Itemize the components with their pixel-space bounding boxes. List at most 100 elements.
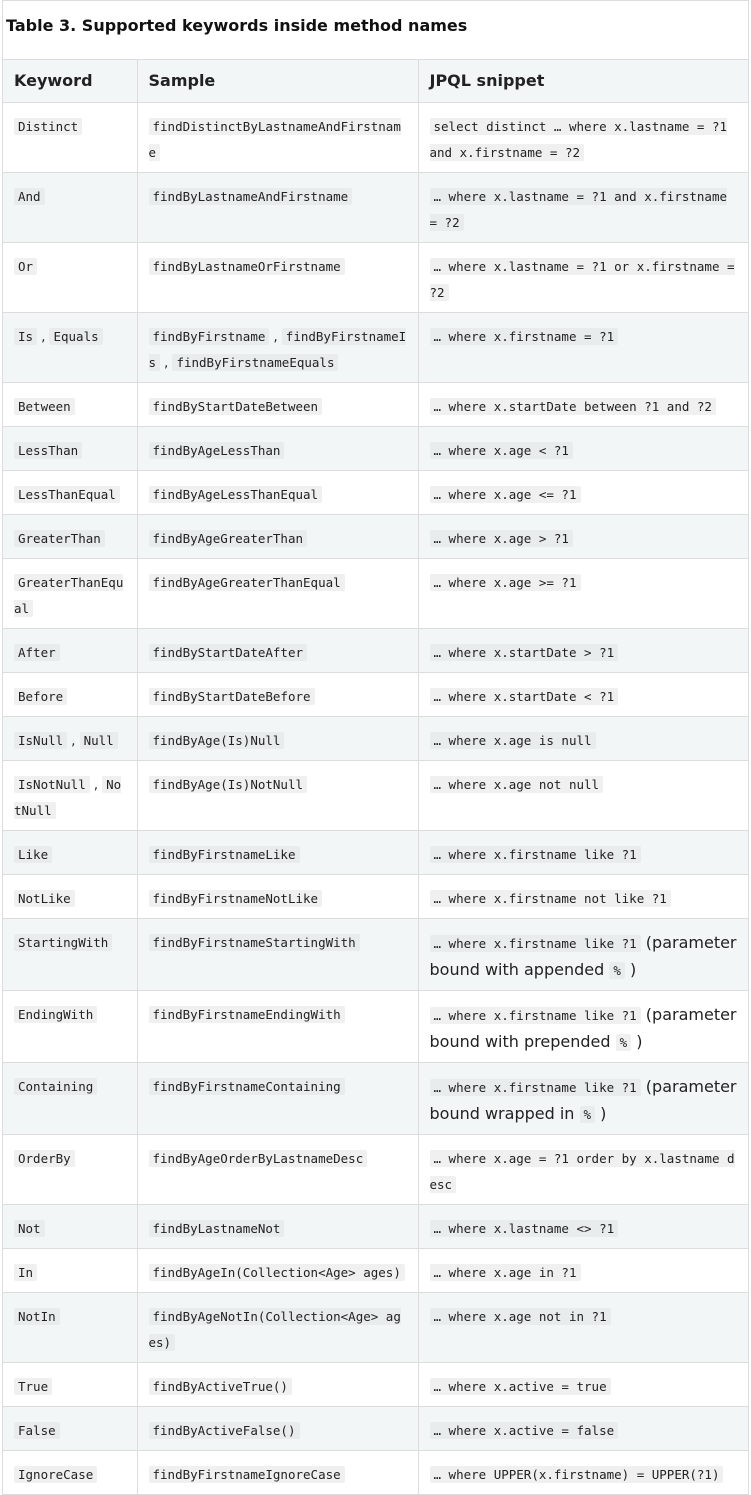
table-row: LessThan findByAgeLessThan … where x.age <…: [3, 426, 748, 471]
sample-cell: findByActiveTrue(): [137, 1362, 419, 1407]
sample-cell: findByFirstnameNotLike: [137, 874, 419, 919]
sample-code: findByAgeGreaterThan: [148, 530, 308, 547]
jpql-code: … where x.startDate between ?1 and ?2: [429, 398, 716, 415]
keyword-code: Before: [14, 688, 68, 705]
header-jpql-snippet: JPQL snippet: [418, 60, 748, 103]
jpql-code: … where x.active = false: [429, 1422, 619, 1439]
keyword-code: LessThanEqual: [14, 486, 120, 503]
sample-code: findByLastnameAndFirstname: [148, 188, 353, 205]
table-row: LessThanEqual findByAgeLessThanEqual … whe…: [3, 470, 748, 515]
keyword-cell: Is , Equals: [3, 312, 138, 383]
keywords-table-container: Table 3. Supported keywords inside metho…: [2, 0, 749, 1495]
jpql-cell: … where x.startDate > ?1: [418, 628, 748, 673]
keyword-cell: GreaterThanEqual: [3, 558, 138, 629]
keyword-code: Between: [14, 398, 75, 415]
sample-cell: findByAgeLessThanEqual: [137, 470, 419, 515]
sample-cell: findByStartDateBefore: [137, 672, 419, 717]
jpql-cell: … where x.firstname like ?1: [418, 830, 748, 875]
jpql-code: … where x.lastname = ?1 or x.firstname =…: [429, 258, 735, 301]
jpql-code: … where x.firstname like ?1: [429, 1007, 641, 1024]
keyword-cell: And: [3, 172, 138, 243]
wildcard-code: %: [609, 962, 625, 979]
keywords-table: Keyword Sample JPQL snippet Distinct find…: [3, 60, 748, 1495]
keyword-code: Is: [14, 328, 38, 345]
sample-cell: findByAge(Is)Null: [137, 716, 419, 761]
table-row: Containing findByFirstnameContaining … whe…: [3, 1062, 748, 1135]
sample-cell: findByAgeGreaterThanEqual: [137, 558, 419, 629]
keyword-code: NotLike: [14, 890, 75, 907]
sample-cell: findByFirstnameStartingWith: [137, 918, 419, 991]
jpql-cell: … where x.age > ?1: [418, 514, 748, 559]
jpql-cell: … where x.lastname = ?1 and x.firstname …: [418, 172, 748, 243]
keyword-code: StartingWith: [14, 934, 113, 951]
keyword-cell: Distinct: [3, 102, 138, 173]
sample-code: findByAgeNotIn(Collection<Age> ages): [148, 1308, 401, 1351]
table-header: Keyword Sample JPQL snippet: [3, 60, 748, 103]
sample-code: findByStartDateBetween: [148, 398, 323, 415]
table-caption: Table 3. Supported keywords inside metho…: [3, 1, 748, 60]
jpql-code: … where x.lastname = ?1 and x.firstname …: [429, 188, 727, 231]
wildcard-code: %: [579, 1106, 596, 1123]
jpql-cell: … where x.startDate between ?1 and ?2: [418, 382, 748, 427]
jpql-code: … where x.age = ?1 order by x.lastname d…: [429, 1150, 735, 1193]
jpql-cell: … where x.age in ?1: [418, 1248, 748, 1293]
keyword-cell: Not: [3, 1204, 138, 1249]
jpql-cell: … where x.firstname like ?1 (parameter b…: [418, 1062, 748, 1135]
keyword-cell: Or: [3, 242, 138, 313]
table-row: Not findByLastnameNot … where x.lastname <…: [3, 1204, 748, 1249]
sample-cell: findByAgeGreaterThan: [137, 514, 419, 559]
list-separator: ,: [160, 356, 173, 371]
jpql-code: … where x.age <= ?1: [429, 486, 581, 503]
keyword-cell: In: [3, 1248, 138, 1293]
keyword-code: IsNotNull: [14, 776, 90, 793]
jpql-code: … where x.age >= ?1: [429, 574, 581, 591]
table-row: IsNull , Null findByAge(Is)Null … where x.…: [3, 716, 748, 761]
table-body: Distinct findDistinctByLastnameAndFirstna…: [3, 102, 748, 1495]
sample-cell: findByFirstnameIgnoreCase: [137, 1450, 419, 1495]
keyword-code: Or: [14, 258, 38, 275]
table-row: StartingWith findByFirstnameStartingWith ……: [3, 918, 748, 991]
sample-cell: findByAge(Is)NotNull: [137, 760, 419, 831]
table-row: IgnoreCase findByFirstnameIgnoreCase … whe…: [3, 1450, 748, 1495]
sample-code: findByLastnameOrFirstname: [148, 258, 345, 275]
sample-code: findByFirstnameStartingWith: [148, 934, 360, 951]
sample-cell: findDistinctByLastnameAndFirstname: [137, 102, 419, 173]
keyword-code: In: [14, 1264, 38, 1281]
jpql-cell: … where x.age < ?1: [418, 426, 748, 471]
keyword-code: True: [14, 1378, 53, 1395]
keyword-cell: IsNull , Null: [3, 716, 138, 761]
keyword-cell: LessThanEqual: [3, 470, 138, 515]
table-row: Is , Equals findByFirstname , findByFirst…: [3, 312, 748, 383]
sample-code: findByFirstnameIgnoreCase: [148, 1466, 345, 1483]
jpql-code: … where x.age > ?1: [429, 530, 573, 547]
keyword-code: OrderBy: [14, 1150, 75, 1167]
jpql-code: select distinct … where x.lastname = ?1 …: [429, 118, 727, 161]
sample-cell: findByFirstnameLike: [137, 830, 419, 875]
jpql-code: … where x.firstname like ?1: [429, 1079, 641, 1096]
keyword-cell: Containing: [3, 1062, 138, 1135]
sample-cell: findByAgeIn(Collection<Age> ages): [137, 1248, 419, 1293]
keyword-cell: Like: [3, 830, 138, 875]
list-separator: ,: [269, 330, 282, 345]
jpql-code: … where x.firstname = ?1: [429, 328, 619, 345]
jpql-cell: … where x.lastname = ?1 or x.firstname =…: [418, 242, 748, 313]
keyword-code: IgnoreCase: [14, 1466, 98, 1483]
sample-code: findByAgeGreaterThanEqual: [148, 574, 345, 591]
keyword-cell: GreaterThan: [3, 514, 138, 559]
jpql-code: … where x.startDate > ?1: [429, 644, 619, 661]
sample-code: findByFirstnameContaining: [148, 1078, 345, 1095]
wildcard-code: %: [615, 1034, 632, 1051]
sample-cell: findByStartDateAfter: [137, 628, 419, 673]
sample-cell: findByActiveFalse(): [137, 1406, 419, 1451]
sample-code: findByStartDateAfter: [148, 644, 308, 661]
jpql-code: … where x.lastname <> ?1: [429, 1220, 619, 1237]
parameter-note-close: ): [636, 1032, 643, 1051]
jpql-cell: … where x.active = true: [418, 1362, 748, 1407]
sample-cell: findByFirstname , findByFirstnameIs , fi…: [137, 312, 419, 383]
sample-cell: findByLastnameAndFirstname: [137, 172, 419, 243]
jpql-code: … where x.age not null: [429, 776, 604, 793]
keyword-cell: True: [3, 1362, 138, 1407]
sample-code: findByAge(Is)NotNull: [148, 776, 308, 793]
parameter-note-close: ): [629, 960, 637, 979]
jpql-cell: … where x.age <= ?1: [418, 470, 748, 515]
